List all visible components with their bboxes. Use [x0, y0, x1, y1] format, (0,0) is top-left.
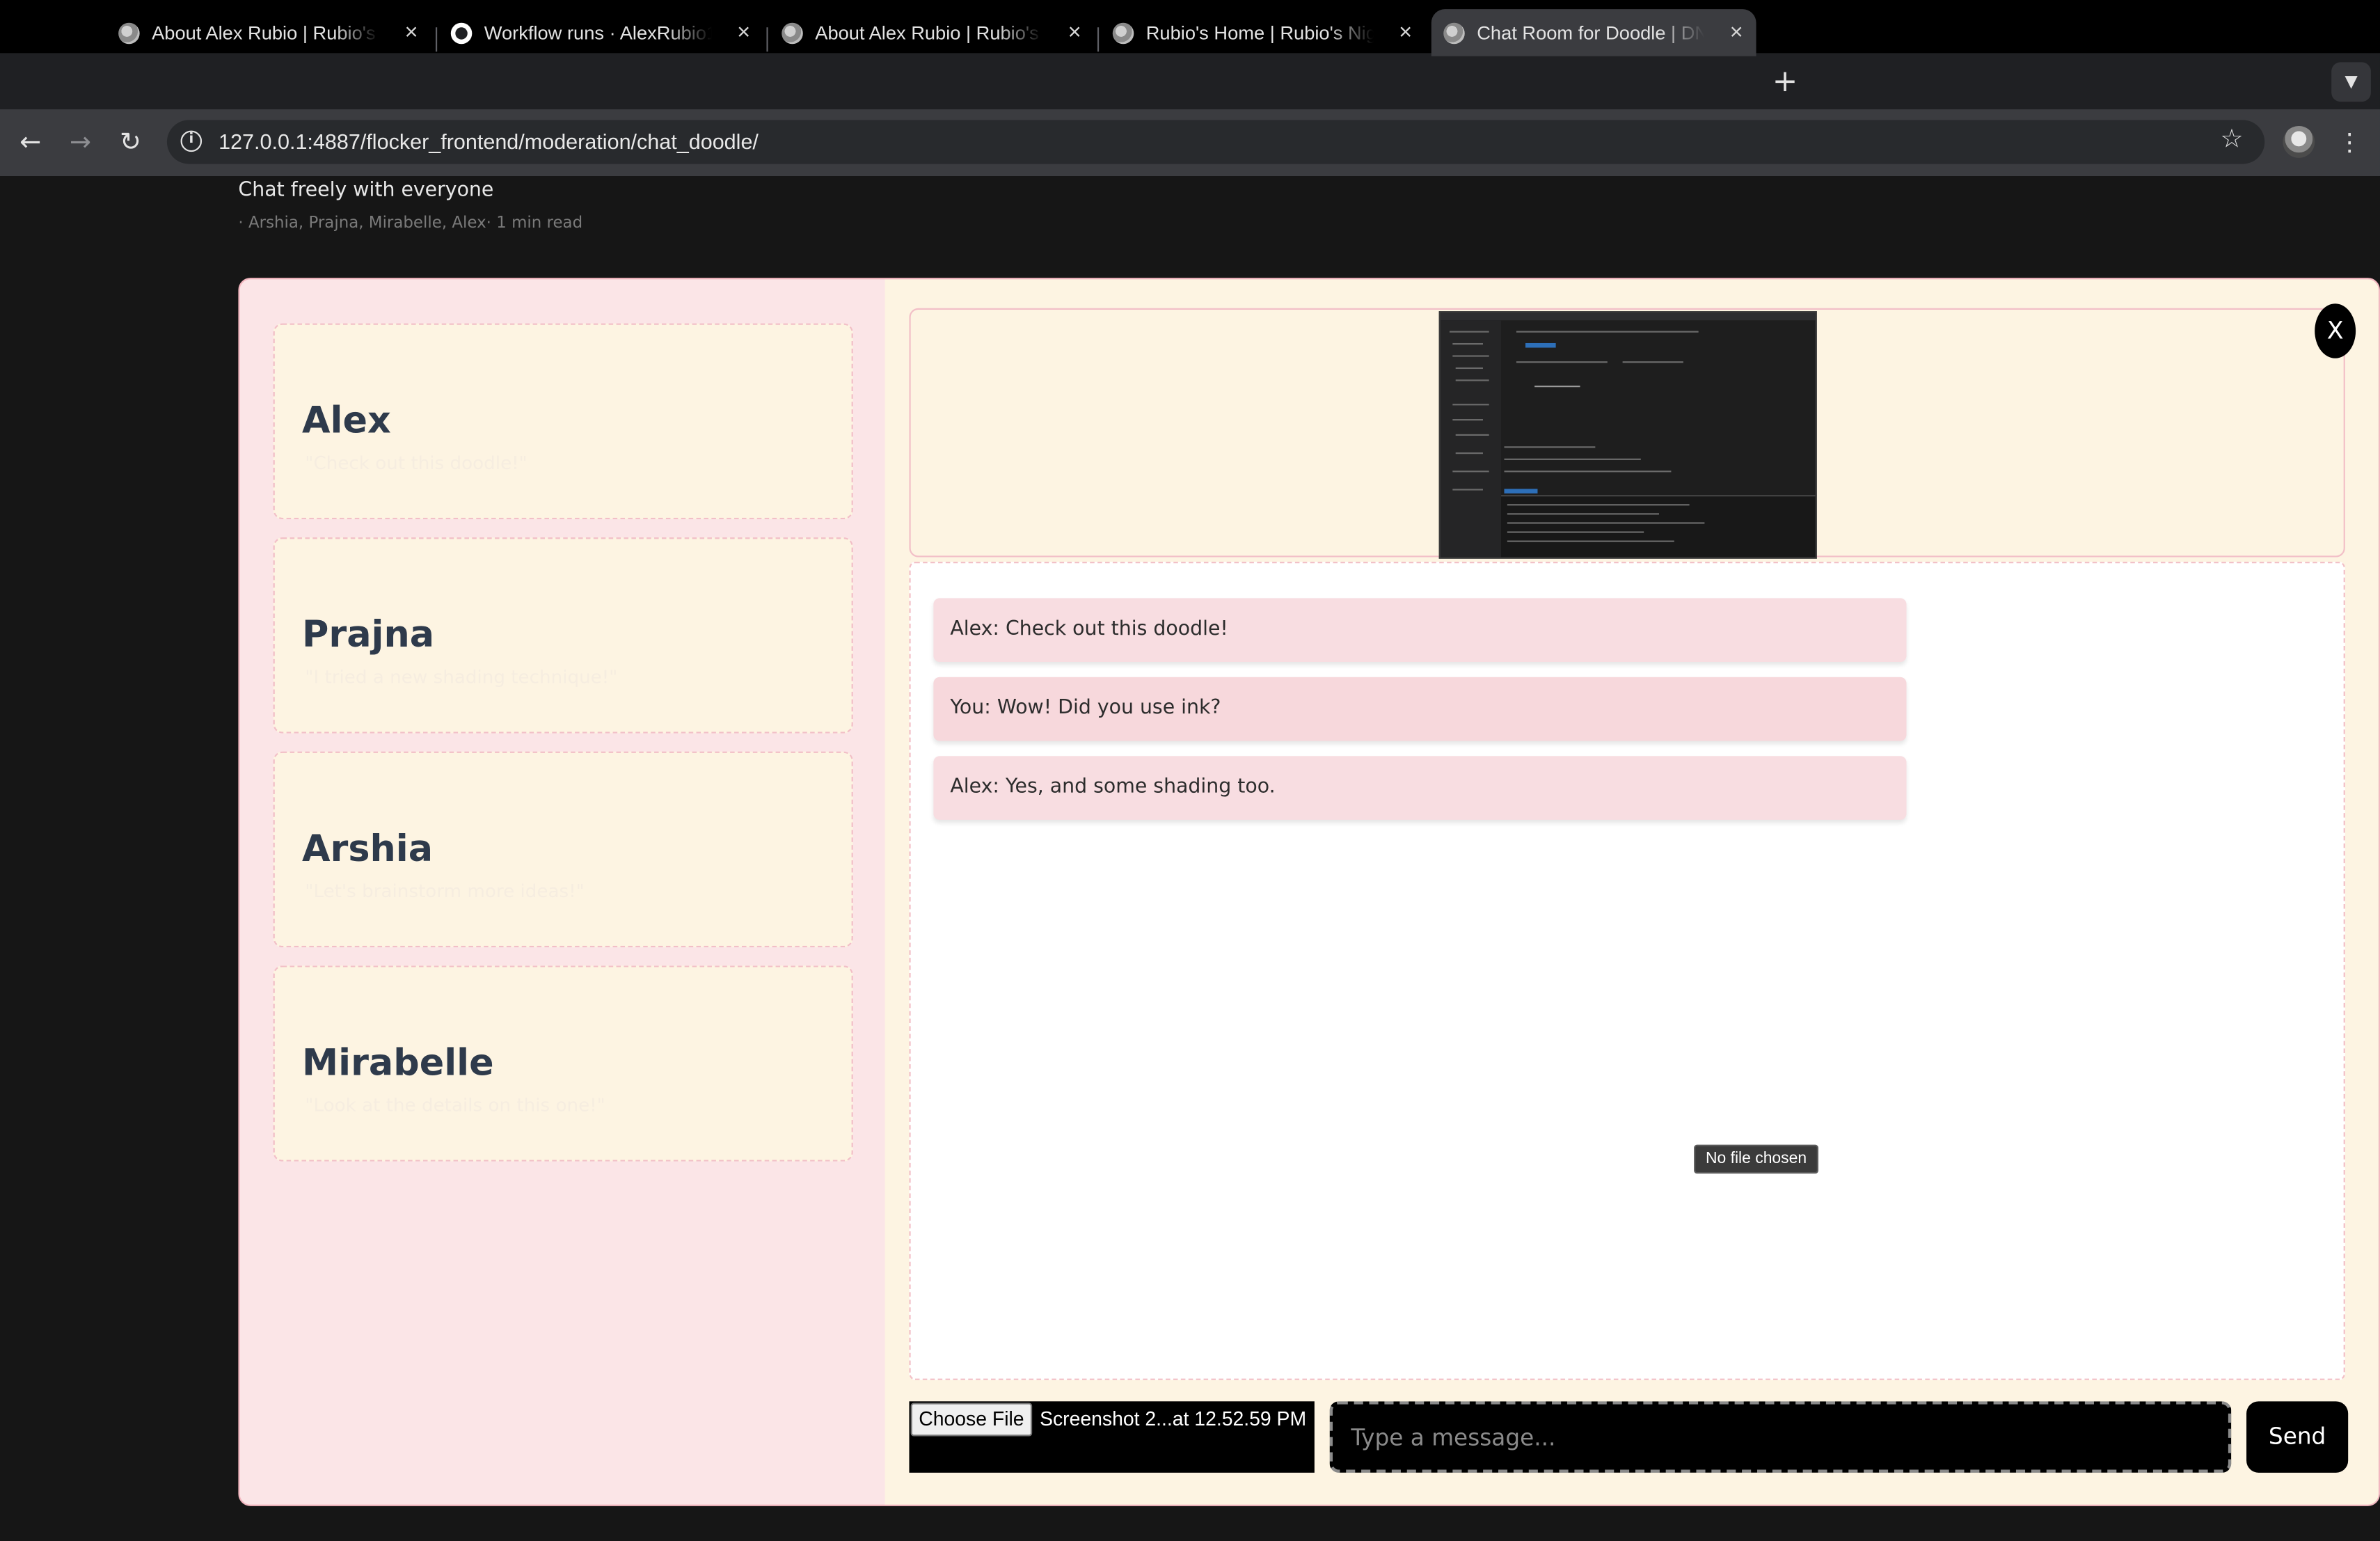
- site-info-icon[interactable]: i: [180, 130, 203, 152]
- tab-about-1[interactable]: About Alex Rubio | Rubio's Night ×: [118, 9, 422, 56]
- browser-menu-button[interactable]: ⋮: [2335, 125, 2365, 161]
- address-bar[interactable]: i 127.0.0.1:4887/flocker_frontend/modera…: [166, 120, 2265, 164]
- user-name: Alex: [302, 399, 391, 442]
- screen: About Alex Rubio | Rubio's Night × Workf…: [0, 0, 2380, 1541]
- github-icon: [450, 22, 473, 44]
- tab-chat-room[interactable]: Chat Room for Doodle | DNHS ×: [1431, 9, 1756, 56]
- back-button[interactable]: ←: [12, 125, 48, 161]
- tab-separator: [435, 27, 438, 52]
- user-card-alex[interactable]: Alex "Check out this doodle!": [273, 323, 853, 519]
- new-tab-button[interactable]: +: [1771, 64, 1798, 97]
- user-name: Mirabelle: [302, 1041, 494, 1084]
- user-quote: "Look at the details on this one!": [305, 1094, 605, 1116]
- selected-file-name: Screenshot 2...at 12.52.59 PM: [1040, 1407, 1307, 1430]
- tab-workflow-runs[interactable]: Workflow runs · AlexRubio1/Alex ×: [450, 9, 754, 56]
- chat-message: Alex: Yes, and some shading too.: [933, 756, 1907, 820]
- user-card-prajna[interactable]: Prajna "I tried a new shading technique!…: [273, 537, 853, 734]
- user-quote: "Let's brainstorm more ideas!": [305, 880, 585, 902]
- tab-search-button[interactable]: ▼: [2331, 62, 2371, 102]
- message-input[interactable]: [1329, 1401, 2232, 1473]
- tab-close-icon[interactable]: ×: [733, 19, 754, 45]
- globe-icon: [118, 22, 140, 44]
- tab-strip: [0, 53, 2380, 110]
- more-vertical-icon: ⋮: [2337, 127, 2362, 157]
- reload-button[interactable]: ↻: [112, 125, 148, 161]
- user-quote: "Check out this doodle!": [305, 452, 527, 474]
- choose-file-button[interactable]: Choose File: [910, 1402, 1033, 1437]
- user-name: Arshia: [302, 827, 434, 870]
- chat-message: Alex: Check out this doodle!: [933, 598, 1907, 663]
- forward-button[interactable]: →: [62, 125, 98, 161]
- user-card-arshia[interactable]: Arshia "Let's brainstorm more ideas!": [273, 751, 853, 948]
- user-card-mirabelle[interactable]: Mirabelle "Look at the details on this o…: [273, 965, 853, 1162]
- file-upload-input[interactable]: Choose File Screenshot 2...at 12.52.59 P…: [909, 1401, 1315, 1473]
- tab-separator: [1097, 27, 1100, 52]
- chat-message: You: Wow! Did you use ink?: [933, 677, 1907, 741]
- arrow-left-icon: ←: [19, 127, 42, 158]
- tab-close-icon[interactable]: ×: [401, 19, 422, 45]
- tab-close-icon[interactable]: ×: [1726, 19, 1747, 45]
- globe-icon: [1112, 22, 1134, 44]
- bookmark-star-icon[interactable]: ☆: [2220, 125, 2243, 155]
- doodle-image[interactable]: [1438, 311, 1817, 559]
- post-title: Chat freely with everyone: [238, 179, 494, 203]
- send-button[interactable]: Send: [2246, 1401, 2349, 1473]
- arrow-right-icon: →: [70, 127, 92, 158]
- post-meta: · Arshia, Prajna, Mirabelle, Alex· 1 min…: [238, 214, 583, 232]
- chevron-down-icon: ▼: [2345, 71, 2358, 91]
- globe-icon: [782, 22, 803, 44]
- reload-icon: ↻: [120, 127, 142, 158]
- tab-separator: [766, 27, 768, 52]
- file-tooltip: No file chosen: [1694, 1144, 1818, 1174]
- user-quote: "I tried a new shading technique!": [305, 666, 618, 688]
- tab-close-icon[interactable]: ×: [1064, 19, 1086, 45]
- tab-about-2[interactable]: About Alex Rubio | Rubio's Night ×: [782, 9, 1085, 56]
- url-text[interactable]: 127.0.0.1:4887/flocker_frontend/moderati…: [219, 129, 759, 153]
- tab-home[interactable]: Rubio's Home | Rubio's Nighthawk ×: [1112, 9, 1416, 56]
- globe-icon: [1443, 22, 1465, 44]
- user-name: Prajna: [302, 613, 435, 656]
- chat-messages-area: Alex: Check out this doodle! You: Wow! D…: [909, 562, 2345, 1380]
- profile-avatar[interactable]: [2283, 126, 2315, 158]
- tab-close-icon[interactable]: ×: [1395, 19, 1416, 45]
- close-chat-button[interactable]: X: [2315, 303, 2356, 358]
